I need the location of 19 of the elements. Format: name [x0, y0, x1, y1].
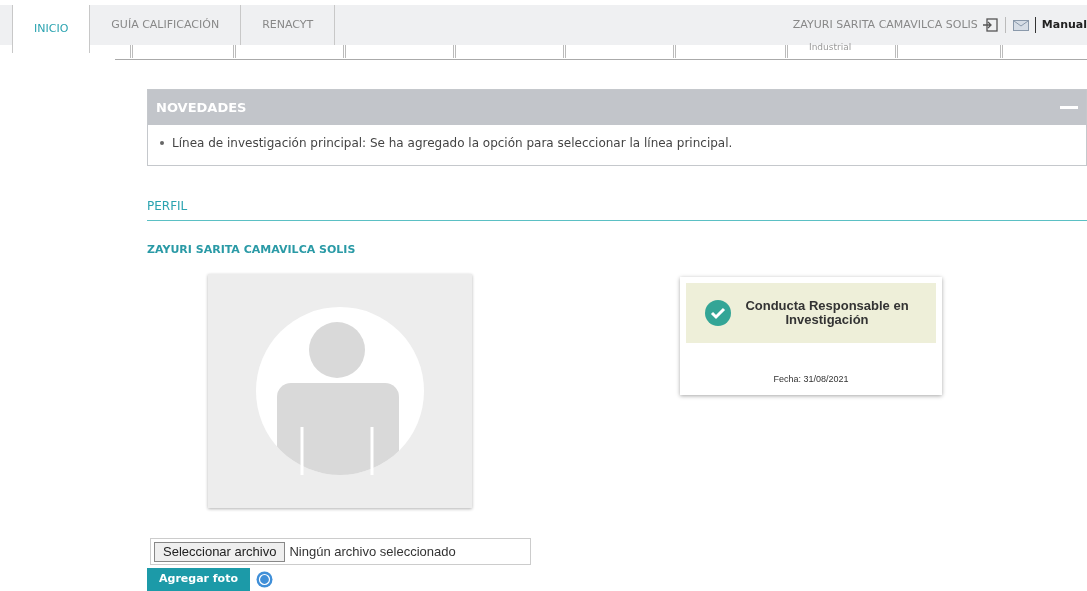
news-item: Línea de investigación principal: Se ha agregado la opción para seleccionar la línea principal. [172, 135, 733, 152]
logout-icon[interactable] [981, 18, 998, 32]
mail-icon[interactable] [1012, 19, 1029, 31]
nav-tab[interactable]: RENACYT [241, 5, 336, 45]
user-name: ZAYURI SARITA CAMAVILCA SOLIS [792, 16, 978, 33]
add-photo-button[interactable]: Agregar foto [147, 568, 250, 591]
file-status: Ningún archivo seleccionado [289, 542, 456, 561]
check-icon [705, 300, 731, 326]
nav-tab[interactable]: INICIO [12, 5, 91, 53]
submenu-label[interactable]: Industrial [809, 41, 852, 53]
choose-file-button[interactable]: Seleccionar archivo [154, 541, 286, 562]
certificate-date: Fecha: 31/08/2021 [773, 374, 849, 384]
certificate-title: Conducta Responsable en Investigación [744, 299, 910, 327]
manual-link[interactable]: Manual [1041, 16, 1087, 34]
file-input[interactable]: Seleccionar archivo Ningún archivo seleccionado [150, 538, 531, 565]
nav-tab[interactable]: GUÍA CALIFICACIÓN [90, 5, 242, 45]
profile-name: ZAYURI SARITA CAMAVILCA SOLIS [147, 243, 356, 256]
section-title: PERFIL [147, 199, 188, 213]
news-title: NOVEDADES [156, 98, 247, 117]
